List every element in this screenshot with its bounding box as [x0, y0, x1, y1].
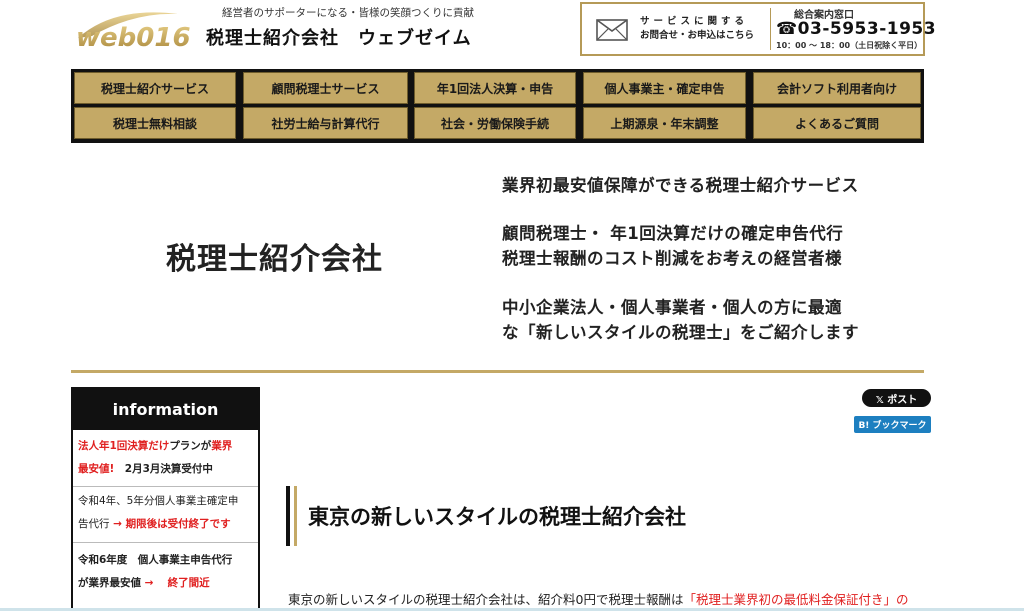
hero-line-4: 中小企業法人・個人事業者・個人の方に最適 [502, 298, 842, 317]
nav-payroll[interactable]: 社労士給与計算代行 [243, 107, 408, 139]
hero-line-2: 顧問税理士・ 年1回決算だけの確定申告代行 [502, 224, 844, 243]
body-text-highlight: 「税理士業界初の最低料金保証付き」の [683, 592, 909, 607]
main-nav: 税理士紹介サービス 顧問税理士サービス 年1回法人決算・申告 個人事業主・確定申… [71, 69, 924, 143]
hero-line-3: 税理士報酬のコスト削減をお考えの経営者様 [502, 249, 842, 268]
info-item2-highlight: → 期限後は受付終了です [109, 518, 231, 530]
logo-graphic: web016 [76, 12, 191, 53]
info-item1-highlight2: 業界 [211, 440, 233, 452]
hatena-bookmark-button[interactable]: B! ブックマーク [854, 416, 931, 433]
svg-text:web016: web016 [76, 23, 191, 53]
information-heading: information [73, 389, 258, 430]
hero-line-1: 業界初最安値保障ができる税理士紹介サービス [502, 176, 859, 195]
nav-accounting-software[interactable]: 会計ソフト利用者向け [753, 72, 921, 104]
tagline: 経営者のサポーターになる・皆様の笑顔つくりに貢献 [222, 7, 474, 19]
nav-year-end[interactable]: 上期源泉・年末調整 [583, 107, 746, 139]
info-separator [73, 486, 258, 487]
contact-text[interactable]: サービスに関する お問合せ・お申込はこちら [640, 15, 754, 43]
info-item3-text2: が業界最安値 [78, 577, 141, 589]
info-item-annual-plan[interactable]: 法人年1回決算だけプランが業界 最安値! 2月3月決算受付中 [78, 435, 256, 481]
info-item3-highlight: → 終了間近 [141, 577, 210, 589]
info-item-tax-return[interactable]: 令和4年、5年分個人事業主確定申 告代行 → 期限後は受付終了です [78, 490, 256, 536]
info-item1-highlight3: 最安値! [78, 463, 115, 475]
info-item1-text2: 2月3月決算受付中 [114, 463, 213, 475]
info-item2-text2: 告代行 [78, 518, 110, 530]
section-body-text: 東京の新しいスタイルの税理士紹介会社は、紹介料0円で税理士報酬は「税理士業界初の… [288, 589, 908, 608]
body-text-plain: 東京の新しいスタイルの税理士紹介会社は、紹介料0円で税理士報酬は [288, 592, 684, 607]
nav-sole-proprietor[interactable]: 個人事業主・確定申告 [583, 72, 746, 104]
contact-line1: サービスに関する [640, 16, 749, 27]
info-item1-highlight: 法人年1回決算だけ [78, 440, 170, 452]
company-name[interactable]: 税理士紹介会社 ウェブゼイム [206, 24, 472, 50]
info-item2-text: 令和4年、5年分個人事業主確定申 [78, 495, 239, 507]
info-item-2024-filing[interactable]: 令和6年度 個人事業主申告代行 が業界最安値 → 終了間近 [78, 549, 256, 595]
nav-faq[interactable]: よくあるご質問 [753, 107, 921, 139]
contact-box[interactable]: サービスに関する お問合せ・お申込はこちら 総合案内窓口 ☎03-5953-19… [580, 2, 936, 56]
info-item1-text: プランが [169, 440, 212, 452]
contact-divider [770, 8, 771, 50]
phone-number[interactable]: ☎03-5953-1953 [776, 19, 936, 39]
info-item3-text: 令和6年度 個人事業主申告代行 [78, 554, 233, 566]
web016-logo[interactable]: web016 [74, 8, 194, 54]
hero-divider [71, 370, 924, 373]
nav-insurance[interactable]: 社会・労働保険手続 [414, 107, 576, 139]
phone-hours: 10：00 ～ 18：00（土日祝除く平日） [776, 41, 923, 50]
information-panel: information 法人年1回決算だけプランが業界 最安値! 2月3月決算受… [71, 387, 260, 611]
nav-tax-accountant-intro[interactable]: 税理士紹介サービス [74, 72, 236, 104]
mail-icon [596, 19, 628, 45]
contact-line2: お問合せ・お申込はこちら [640, 30, 755, 41]
section-heading: 東京の新しいスタイルの税理士紹介会社 [286, 486, 820, 546]
x-post-button[interactable]: 𝕏 ポスト [862, 389, 931, 407]
section-title: 東京の新しいスタイルの税理士紹介会社 [308, 505, 686, 529]
info-separator [73, 542, 258, 543]
nav-free-consultation[interactable]: 税理士無料相談 [74, 107, 236, 139]
hero-title: 税理士紹介会社 [166, 242, 383, 277]
nav-advisor-service[interactable]: 顧問税理士サービス [243, 72, 408, 104]
nav-annual-settlement[interactable]: 年1回法人決算・申告 [414, 72, 576, 104]
heading-accent-bar [294, 486, 297, 546]
hero-line-5: な「新しいスタイルの税理士」をご紹介します [502, 323, 859, 342]
